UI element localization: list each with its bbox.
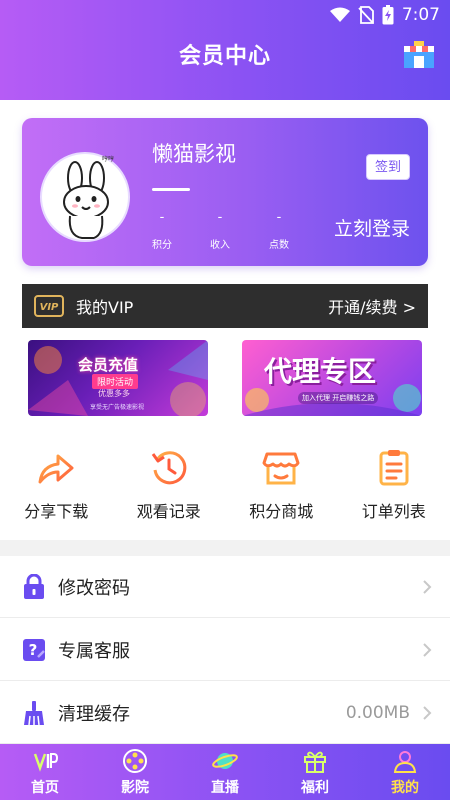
chevron-right-icon	[423, 579, 432, 594]
shortcut-label: 订单列表	[361, 502, 426, 521]
vip-badge-text: VIP	[40, 302, 59, 313]
tab-label: 影院	[121, 780, 149, 796]
tab-home[interactable]: 首页	[0, 744, 90, 800]
agent-banner-title: 代理专区	[264, 355, 377, 388]
status-bar: 7:07	[329, 4, 440, 26]
help-icon: ?	[23, 638, 45, 661]
profile-icon	[393, 751, 417, 773]
menu-customer-service[interactable]: ? 专属客服	[0, 619, 450, 681]
user-level-bar	[152, 188, 190, 191]
bottom-tab-bar: 首页 影院 直播 福利 我的	[0, 744, 450, 800]
tab-cinema[interactable]: 影院	[90, 744, 180, 800]
recharge-banner-tag: 限时活动	[92, 374, 139, 389]
store-icon	[262, 452, 300, 485]
cache-size-value: 0.00MB	[345, 702, 410, 723]
page-title: 会员中心	[178, 44, 271, 69]
recharge-banner[interactable]: 会员充值 限时活动 优惠多多 享受无广告极速影视	[28, 340, 208, 416]
tab-label: 首页	[31, 780, 59, 796]
vip-renew-link[interactable]: 开通/续费 >	[328, 294, 416, 318]
wifi-icon	[329, 7, 350, 22]
chevron-right-icon	[423, 705, 432, 720]
clock-time: 7:07	[401, 5, 440, 25]
member-card: 哼哼 懒猫影视 - 积分 - 收入 - 点数 签到 立刻登录	[22, 118, 428, 266]
stat-points: - 积分	[142, 210, 182, 251]
stat-credits: - 点数	[259, 210, 299, 251]
shortcut-label: 观看记录	[136, 502, 201, 521]
shortcut-share-download[interactable]: 分享下载	[0, 448, 113, 528]
tab-label: 福利	[301, 780, 329, 796]
vip-bar[interactable]: VIP 我的VIP 开通/续费 >	[22, 284, 428, 328]
rabbit-avatar-icon	[63, 161, 109, 239]
order-list-icon	[379, 450, 409, 486]
share-arrow-icon	[38, 454, 74, 484]
gift-icon	[304, 751, 326, 773]
shortcut-watch-history[interactable]: 观看记录	[113, 448, 226, 528]
planet-icon	[212, 753, 238, 769]
film-reel-icon	[123, 749, 147, 773]
history-clock-icon	[151, 451, 187, 485]
shortcut-points-mall[interactable]: 积分商城	[225, 448, 338, 528]
shop-icon[interactable]	[402, 40, 436, 70]
stat-income-value: -	[217, 210, 223, 225]
svg-text:?: ?	[29, 641, 38, 659]
stat-points-label: 积分	[152, 240, 172, 251]
avatar-caption: 哼哼	[102, 156, 115, 163]
no-sim-icon	[358, 6, 374, 24]
tab-live[interactable]: 直播	[180, 744, 270, 800]
vip-badge-icon: VIP	[34, 295, 64, 317]
menu-label: 修改密码	[58, 577, 130, 599]
shortcut-label: 积分商城	[249, 502, 314, 521]
agent-banner-sub: 加入代理 开启赚钱之路	[298, 392, 379, 404]
recharge-banner-sub: 优惠多多	[98, 389, 130, 398]
broom-icon	[24, 700, 44, 725]
agent-banner[interactable]: 代理专区 加入代理 开启赚钱之路	[242, 340, 422, 416]
shortcut-grid: 分享下载 观看记录 积分商城 订单列表	[0, 448, 450, 528]
recharge-banner-title: 会员充值	[78, 356, 139, 374]
shortcut-label: 分享下载	[24, 502, 89, 521]
tab-welfare[interactable]: 福利	[270, 744, 360, 800]
tab-mine[interactable]: 我的	[360, 744, 450, 800]
battery-icon	[382, 5, 394, 25]
menu-label: 清理缓存	[58, 703, 130, 725]
vip-home-icon	[33, 753, 58, 772]
lock-icon	[24, 573, 44, 599]
stat-income: - 收入	[200, 210, 240, 251]
tab-label: 直播	[211, 780, 239, 796]
chevron-right-icon	[423, 642, 432, 657]
stat-credits-value: -	[276, 210, 282, 225]
menu-clear-cache[interactable]: 清理缓存 0.00MB	[0, 682, 450, 744]
menu-change-password[interactable]: 修改密码	[0, 556, 450, 618]
header: 7:07 会员中心	[0, 0, 450, 100]
checkin-button[interactable]: 签到	[366, 154, 410, 180]
menu-label: 专属客服	[58, 640, 130, 662]
shortcut-order-list[interactable]: 订单列表	[338, 448, 450, 528]
stat-points-value: -	[159, 210, 165, 225]
section-divider	[0, 540, 450, 556]
username: 懒猫影视	[152, 142, 236, 166]
stat-credits-label: 点数	[269, 240, 289, 251]
tab-label: 我的	[391, 780, 419, 796]
avatar[interactable]	[40, 152, 130, 242]
stat-income-label: 收入	[210, 240, 230, 251]
recharge-banner-note: 享受无广告极速影视	[90, 404, 145, 411]
vip-label: 我的VIP	[76, 298, 134, 317]
login-button[interactable]: 立刻登录	[334, 214, 410, 241]
